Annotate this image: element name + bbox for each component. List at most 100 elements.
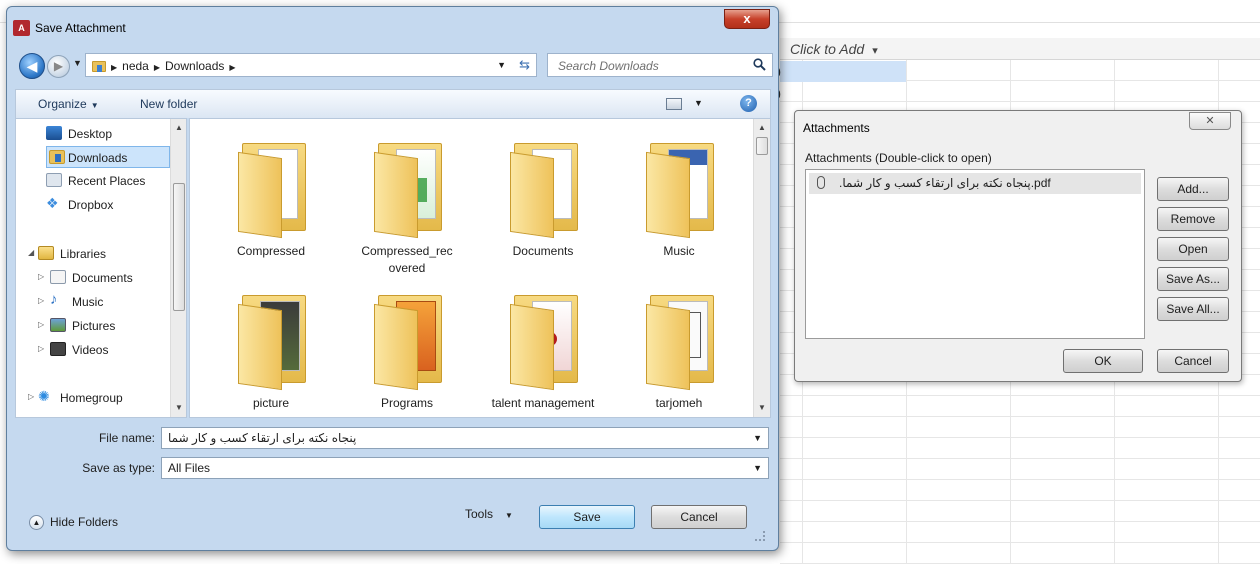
save-as-button[interactable]: Save As...: [1157, 267, 1229, 291]
breadcrumb-separator-icon[interactable]: ▶: [111, 63, 117, 72]
expand-arrow-icon[interactable]: ▷: [38, 296, 44, 305]
search-input[interactable]: Search Downloads: [547, 53, 773, 77]
nav-item-libraries[interactable]: ◢ Libraries: [16, 243, 172, 265]
help-icon[interactable]: ?: [740, 95, 757, 112]
attachment-file-name: .پنجاه نکته برای ارتقاء کسب و کار شما.pd…: [839, 176, 1051, 190]
folder-item[interactable]: Documents: [478, 123, 608, 273]
view-options-dropdown[interactable]: ▼: [694, 98, 703, 108]
nav-item-homegroup[interactable]: ▷ ✺ Homegroup: [16, 387, 172, 409]
refresh-icon[interactable]: ⇆: [519, 57, 530, 73]
back-button[interactable]: ◀: [19, 53, 45, 79]
scroll-up-icon[interactable]: ▲: [758, 123, 766, 132]
save-attachment-dialog: A Save Attachment x ◀ ▶ ▼ ▶ neda ▶ Download…: [6, 6, 779, 551]
address-dropdown-icon[interactable]: ▼: [497, 60, 506, 70]
save-button[interactable]: Save: [539, 505, 635, 529]
nav-item-label: Downloads: [68, 151, 128, 165]
folder-name: tarjomeh: [655, 396, 703, 410]
close-icon: ✕: [1205, 115, 1215, 127]
folder-icon: [506, 287, 586, 391]
homegroup-icon: ✺: [38, 388, 50, 404]
folder-icon: [234, 287, 314, 391]
folder-name: Music: [663, 244, 695, 258]
folder-name: picture: [252, 396, 290, 410]
folder-item[interactable]: Programs: [342, 275, 472, 417]
chevron-down-icon: ▼: [505, 511, 513, 520]
cancel-button[interactable]: Cancel: [651, 505, 747, 529]
breadcrumb-neda[interactable]: neda: [122, 59, 149, 73]
nav-item-recent-places[interactable]: Recent Places: [16, 170, 172, 192]
breadcrumb-separator-icon[interactable]: ▶: [229, 63, 235, 72]
breadcrumb-separator-icon[interactable]: ▶: [154, 63, 160, 72]
remove-button[interactable]: Remove: [1157, 207, 1229, 231]
nav-item-label: Dropbox: [68, 198, 114, 212]
chevron-down-icon[interactable]: ▼: [753, 463, 762, 473]
folder-name: talent management: [491, 396, 595, 410]
folder-item[interactable]: talent management: [478, 275, 608, 417]
nav-item-desktop[interactable]: Desktop: [16, 123, 172, 145]
chevron-down-icon[interactable]: ▼: [753, 433, 762, 443]
cancel-button[interactable]: Cancel: [1157, 349, 1229, 373]
save-all-button[interactable]: Save All...: [1157, 297, 1229, 321]
add-button[interactable]: Add...: [1157, 177, 1229, 201]
expand-arrow-icon[interactable]: ▷: [38, 320, 44, 329]
attachments-list[interactable]: .پنجاه نکته برای ارتقاء کسب و کار شما.pd…: [805, 169, 1145, 339]
file-list-scrollbar[interactable]: ▲ ▼: [753, 119, 770, 417]
scrollbar-thumb[interactable]: [756, 137, 768, 155]
open-button[interactable]: Open: [1157, 237, 1229, 261]
scroll-up-icon[interactable]: ▲: [175, 123, 183, 132]
expand-arrow-icon[interactable]: ▷: [38, 344, 44, 353]
selected-cell[interactable]: [780, 61, 906, 82]
scroll-down-icon[interactable]: ▼: [175, 403, 183, 412]
tools-menu[interactable]: Tools ▼: [465, 507, 513, 521]
hide-folders-button[interactable]: ▲ Hide Folders: [29, 515, 118, 531]
folder-item[interactable]: tarjomeh: [614, 275, 744, 417]
expand-arrow-icon[interactable]: ▷: [28, 392, 34, 401]
address-bar[interactable]: ▶ neda ▶ Downloads ▶ ▼ ⇆: [85, 53, 537, 77]
nav-item-pictures[interactable]: ▷ Pictures: [16, 315, 172, 337]
folder-name: Compressed: [236, 244, 306, 258]
collapse-arrow-icon[interactable]: ◢: [28, 248, 34, 257]
new-folder-button[interactable]: New folder: [140, 97, 197, 111]
organize-menu[interactable]: Organize ▼: [38, 97, 99, 111]
close-button[interactable]: ✕: [1189, 112, 1231, 130]
title-bar[interactable]: A Save Attachment x: [7, 7, 778, 43]
videos-icon: [50, 342, 66, 356]
close-button[interactable]: x: [724, 9, 770, 29]
recent-places-icon: [46, 173, 62, 187]
file-name-label: File name:: [98, 431, 155, 445]
nav-pane-scrollbar[interactable]: ▲ ▼: [170, 119, 186, 417]
nav-item-documents[interactable]: ▷ Documents: [16, 267, 172, 289]
nav-item-label: Pictures: [72, 319, 116, 333]
search-icon[interactable]: [753, 58, 766, 71]
dialog-title: Attachments: [803, 121, 870, 135]
dialog-title: Save Attachment: [35, 21, 126, 35]
folder-icon: [370, 135, 450, 239]
resize-grip[interactable]: [755, 531, 765, 541]
nav-item-music[interactable]: ▷ ♪ Music: [16, 291, 172, 313]
list-item[interactable]: .پنجاه نکته برای ارتقاء کسب و کار شما.pd…: [809, 173, 1141, 194]
nav-item-dropbox[interactable]: ❖ Dropbox: [16, 194, 172, 216]
recent-locations-dropdown[interactable]: ▼: [73, 58, 82, 68]
expand-arrow-icon[interactable]: ▷: [38, 272, 44, 281]
scrollbar-thumb[interactable]: [173, 183, 185, 311]
folder-icon: [642, 287, 722, 391]
downloads-folder-icon: [49, 150, 65, 164]
folder-item[interactable]: Compressed: [206, 123, 336, 273]
paperclip-icon: [817, 176, 825, 189]
attachments-list-label: Attachments (Double-click to open): [805, 151, 992, 165]
scroll-down-icon[interactable]: ▼: [758, 403, 766, 412]
folder-item[interactable]: Compressed_rec overed: [342, 123, 472, 275]
change-view-icon[interactable]: [666, 98, 682, 110]
folder-item[interactable]: picture: [206, 275, 336, 417]
ok-button[interactable]: OK: [1063, 349, 1143, 373]
forward-button[interactable]: ▶: [47, 55, 70, 78]
file-name-input[interactable]: پنجاه نکته برای ارتقاء کسب و کار شما ▼: [161, 427, 769, 449]
nav-item-downloads[interactable]: Downloads: [46, 146, 170, 168]
folder-item[interactable]: Music: [614, 123, 744, 273]
nav-item-videos[interactable]: ▷ Videos: [16, 339, 172, 361]
save-as-type-select[interactable]: All Files ▼: [161, 457, 769, 479]
click-to-add-column[interactable]: Click to Add ▾: [790, 41, 878, 57]
command-toolbar: Organize ▼ New folder ▼ ?: [15, 89, 771, 118]
nav-item-label: Desktop: [68, 127, 113, 141]
breadcrumb-downloads[interactable]: Downloads: [165, 59, 224, 73]
